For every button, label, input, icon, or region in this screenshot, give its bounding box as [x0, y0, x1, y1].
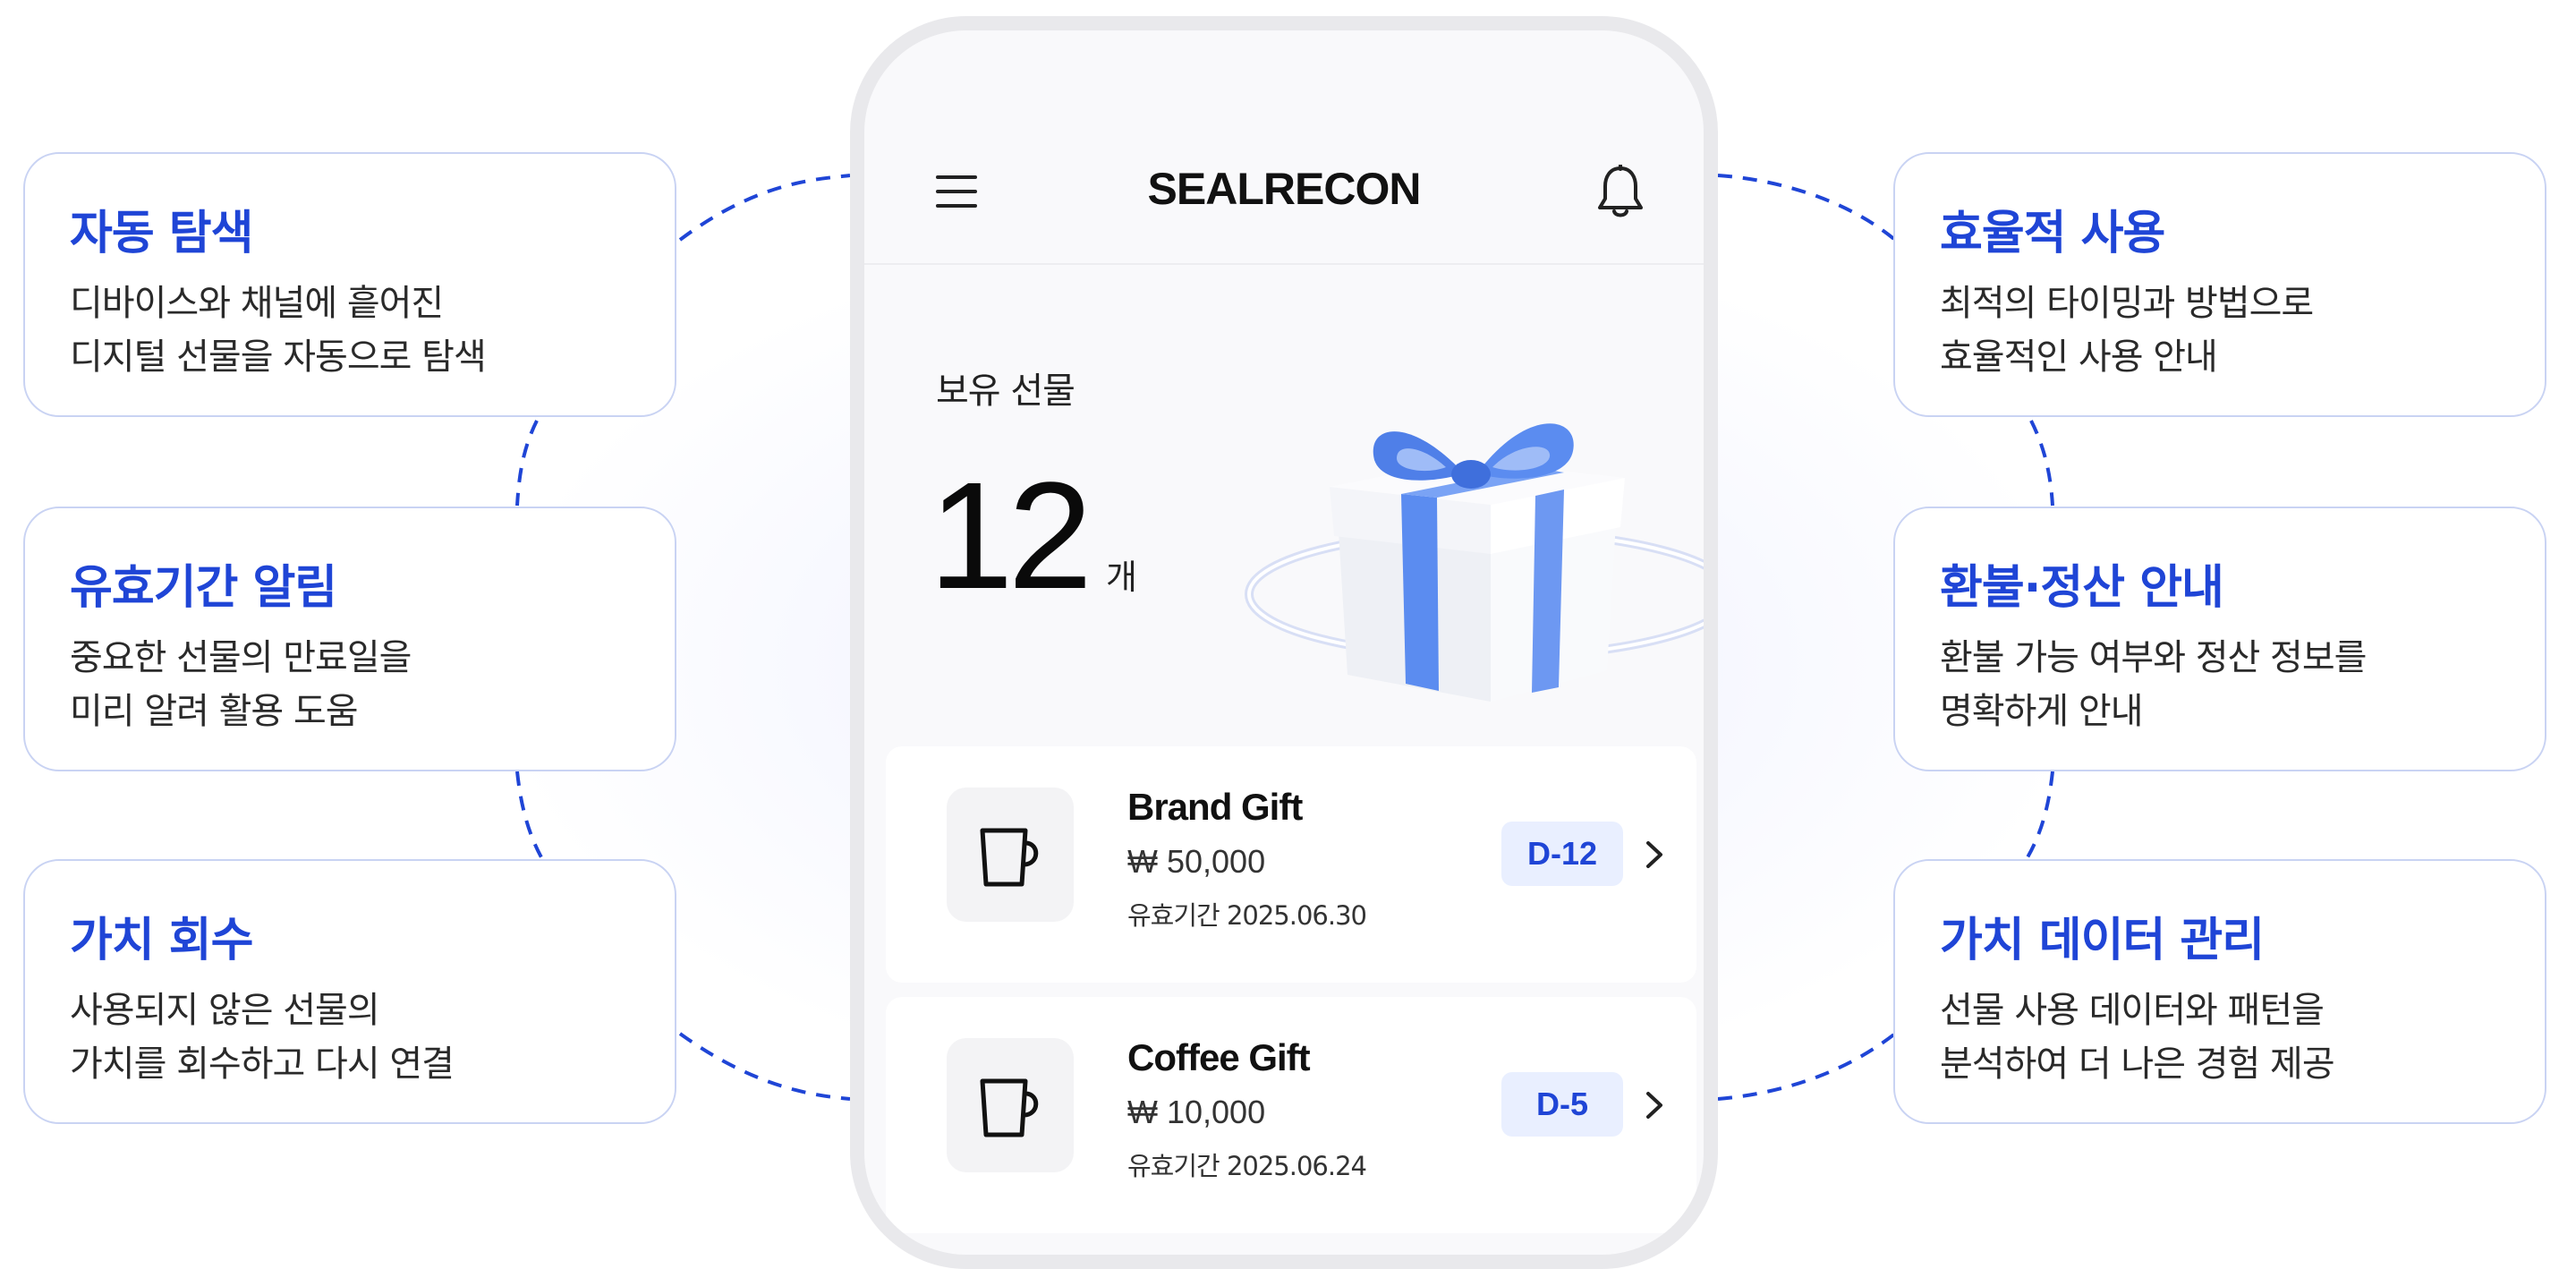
feature-card-expiry-alert: 유효기간 알림 중요한 선물의 만료일을 미리 알려 활용 도움 — [23, 507, 676, 771]
gift-price: ₩ 50,000 — [1127, 843, 1266, 880]
bell-icon[interactable] — [1596, 165, 1645, 220]
feature-desc-line: 명확하게 안내 — [1940, 691, 2144, 732]
feature-card-refund-guide: 환불·정산 안내 환불 가능 여부와 정산 정보를 명확하게 안내 — [1893, 507, 2546, 771]
feature-desc-line: 선물 사용 데이터와 패턴을 — [1940, 990, 2325, 1031]
feature-desc-line: 최적의 타이밍과 방법으로 — [1940, 283, 2314, 324]
feature-desc-line: 디바이스와 채널에 흩어진 — [70, 283, 444, 324]
gift-list-item[interactable]: Coffee Gift ₩ 10,000 유효기간 2025.06.24 D-5 — [886, 997, 1696, 1233]
gift-price: ₩ 10,000 — [1127, 1094, 1266, 1130]
feature-desc-line: 가치를 회수하고 다시 연결 — [70, 1043, 455, 1085]
feature-title: 가치 데이터 관리 — [1940, 914, 2265, 967]
feature-card-value-recovery: 가치 회수 사용되지 않은 선물의 가치를 회수하고 다시 연결 — [23, 859, 676, 1124]
app-title: SEALRECON — [1147, 164, 1422, 214]
app-header: SEALRECON — [864, 30, 1704, 265]
feature-desc-line: 분석하여 더 나은 경험 제공 — [1940, 1043, 2335, 1085]
dday-badge: D-5 — [1501, 1072, 1623, 1137]
chevron-right-icon[interactable] — [1645, 1090, 1664, 1120]
feature-desc-line: 중요한 선물의 만료일을 — [70, 637, 412, 678]
feature-desc-line: 효율적인 사용 안내 — [1940, 336, 2218, 378]
feature-title: 효율적 사용 — [1940, 207, 2165, 260]
gift-list-item[interactable]: Brand Gift ₩ 50,000 유효기간 2025.06.30 D-12 — [886, 746, 1696, 983]
phone-mockup: SEALRECON 보유 선물 12 개 Brand Gift ₩ 50,000… — [850, 16, 1718, 1269]
feature-card-auto-discovery: 자동 탐색 디바이스와 채널에 흩어진 디지털 선물을 자동으로 탐색 — [23, 152, 676, 417]
chevron-right-icon[interactable] — [1645, 839, 1664, 870]
holdings-unit: 개 — [1106, 558, 1137, 597]
gift-expiry: 유효기간 2025.06.30 — [1127, 900, 1367, 931]
holdings-count: 12 — [929, 451, 1092, 621]
cup-icon — [980, 828, 1039, 887]
holdings-label: 보유 선물 — [936, 370, 1075, 412]
feature-desc-line: 디지털 선물을 자동으로 탐색 — [70, 336, 487, 378]
feature-card-efficient-use: 효율적 사용 최적의 타이밍과 방법으로 효율적인 사용 안내 — [1893, 152, 2546, 417]
gift-icon-box — [947, 788, 1074, 922]
feature-title: 자동 탐색 — [70, 207, 253, 260]
feature-desc-line: 미리 알려 활용 도움 — [70, 691, 359, 732]
feature-title: 환불·정산 안내 — [1940, 561, 2224, 615]
gift-box-illustration — [1245, 423, 1704, 702]
feature-card-value-data: 가치 데이터 관리 선물 사용 데이터와 패턴을 분석하여 더 나은 경험 제공 — [1893, 859, 2546, 1124]
dday-badge: D-12 — [1501, 822, 1623, 886]
gift-name: Coffee Gift — [1127, 1036, 1311, 1078]
gift-icon-box — [947, 1038, 1074, 1172]
gift-name: Brand Gift — [1127, 786, 1303, 828]
gift-expiry: 유효기간 2025.06.24 — [1127, 1151, 1367, 1181]
feature-title: 유효기간 알림 — [70, 561, 337, 615]
feature-desc-line: 환불 가능 여부와 정산 정보를 — [1940, 637, 2367, 678]
cup-icon — [980, 1078, 1039, 1137]
feature-desc-line: 사용되지 않은 선물의 — [70, 990, 380, 1031]
feature-title: 가치 회수 — [70, 914, 253, 967]
